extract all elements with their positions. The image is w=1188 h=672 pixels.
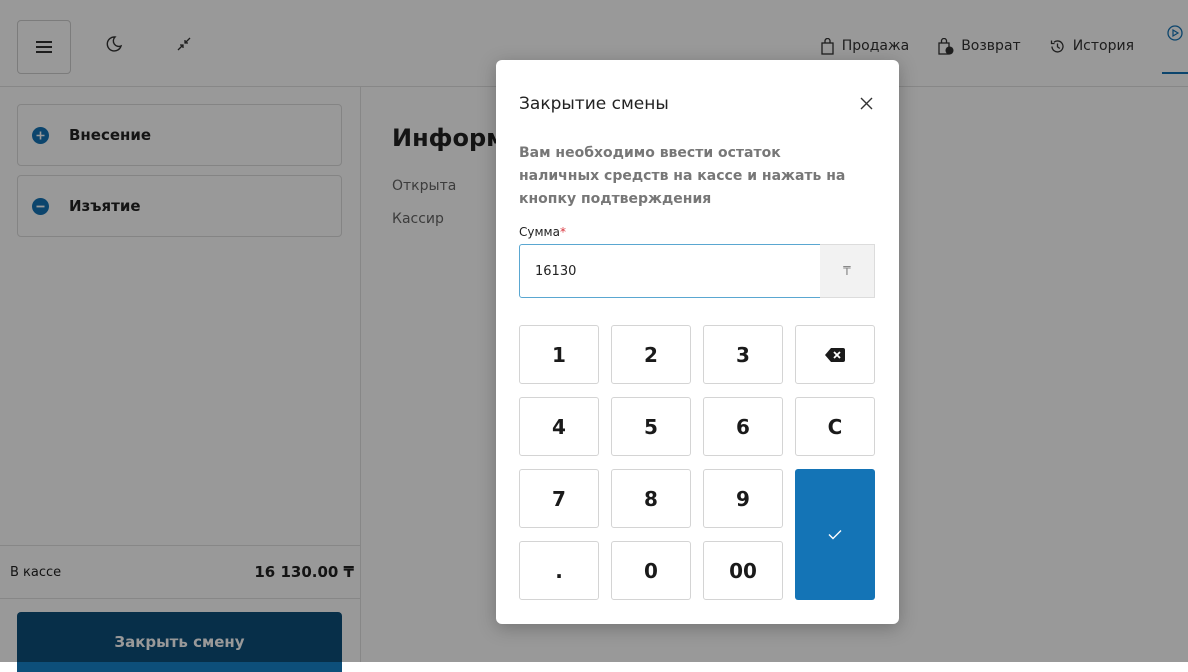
key-7[interactable]: 7 — [519, 469, 599, 528]
dialog-title: Закрытие смены — [519, 94, 669, 114]
key-00[interactable]: 00 — [703, 541, 783, 600]
key-3[interactable]: 3 — [703, 325, 783, 384]
close-dialog-button[interactable] — [857, 94, 875, 112]
key-4[interactable]: 4 — [519, 397, 599, 456]
close-icon — [860, 97, 872, 109]
clear-button[interactable]: C — [795, 397, 875, 456]
sum-field-label: Сумма* — [519, 225, 566, 239]
required-mark: * — [559, 225, 566, 239]
sum-input[interactable] — [519, 244, 821, 298]
key-9[interactable]: 9 — [703, 469, 783, 528]
key-0[interactable]: 0 — [611, 541, 691, 600]
close-shift-dialog: Закрытие смены Вам необходимо ввести ост… — [496, 60, 899, 624]
check-icon — [828, 530, 842, 540]
backspace-icon — [825, 347, 845, 362]
key-2[interactable]: 2 — [611, 325, 691, 384]
confirm-button[interactable] — [795, 469, 875, 600]
key-6[interactable]: 6 — [703, 397, 783, 456]
key-1[interactable]: 1 — [519, 325, 599, 384]
dialog-description: Вам необходимо ввести остаток наличных с… — [519, 145, 846, 207]
key-5[interactable]: 5 — [611, 397, 691, 456]
key-8[interactable]: 8 — [611, 469, 691, 528]
currency-addon: ₸ — [820, 244, 875, 298]
key-dot[interactable]: . — [519, 541, 599, 600]
backspace-button[interactable] — [795, 325, 875, 384]
